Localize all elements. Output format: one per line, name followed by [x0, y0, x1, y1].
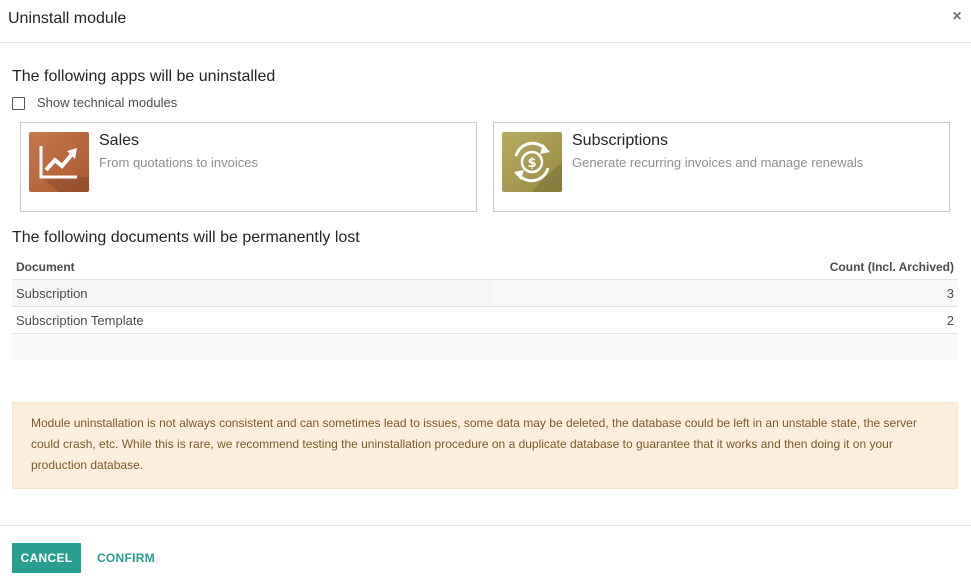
- svg-text:$: $: [527, 156, 536, 171]
- table-header: Document Count (Incl. Archived): [12, 254, 958, 280]
- app-description-sales: From quotations to invoices: [99, 155, 258, 170]
- close-icon[interactable]: ×: [949, 8, 965, 26]
- document-count: 2: [946, 313, 954, 328]
- documents-table: Document Count (Incl. Archived) Subscrip…: [12, 254, 958, 360]
- uninstall-warning-alert: Module uninstallation is not always cons…: [12, 402, 958, 489]
- dialog-header: Uninstall module ×: [0, 0, 971, 43]
- dialog-title: Uninstall module: [8, 10, 127, 27]
- documents-section-title: The following documents will be permanen…: [12, 229, 360, 246]
- sales-chart-icon: [29, 132, 89, 192]
- app-card-subscriptions: $ Subscriptions Generate recurring invoi…: [493, 122, 950, 212]
- column-header-document: Document: [16, 260, 75, 274]
- app-name-sales: Sales: [99, 132, 140, 149]
- show-technical-modules-checkbox[interactable]: [12, 96, 25, 110]
- apps-section-title: The following apps will be uninstalled: [12, 68, 276, 85]
- app-card-sales: Sales From quotations to invoices: [20, 122, 477, 212]
- document-name: Subscription: [16, 286, 88, 301]
- column-header-count: Count (Incl. Archived): [829, 260, 954, 274]
- table-empty-row: [12, 334, 958, 360]
- uninstall-module-dialog: Uninstall module × The following apps wi…: [0, 0, 971, 581]
- dialog-footer: CANCEL CONFIRM: [0, 525, 971, 581]
- show-technical-modules-label[interactable]: Show technical modules: [37, 95, 177, 111]
- document-count: 3: [946, 286, 954, 301]
- cancel-button[interactable]: CANCEL: [12, 543, 81, 573]
- show-technical-modules-toggle[interactable]: Show technical modules: [12, 95, 177, 111]
- subscription-dollar-icon: $: [502, 132, 562, 192]
- table-row: Subscription 3: [12, 280, 958, 307]
- document-name: Subscription Template: [16, 313, 144, 328]
- app-description-subscriptions: Generate recurring invoices and manage r…: [572, 155, 864, 170]
- table-row: Subscription Template 2: [12, 307, 958, 334]
- confirm-button[interactable]: CONFIRM: [89, 543, 163, 573]
- app-name-subscriptions: Subscriptions: [572, 132, 669, 149]
